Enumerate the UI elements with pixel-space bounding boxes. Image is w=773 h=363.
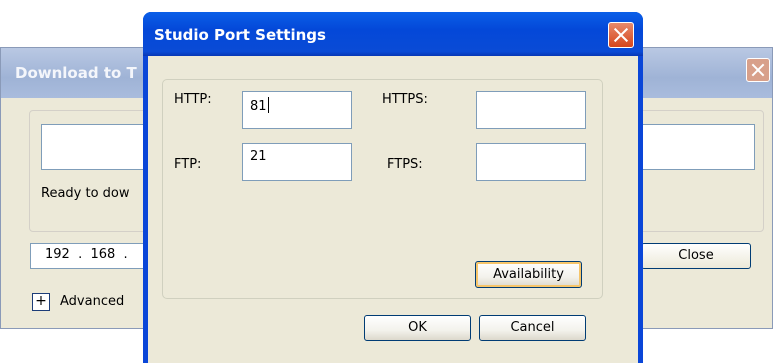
dialog-title: Studio Port Settings: [154, 26, 326, 44]
http-port-field[interactable]: 81: [242, 91, 352, 129]
download-status-text: Ready to dow: [41, 186, 130, 201]
download-close-button[interactable]: Close: [641, 243, 751, 269]
ok-button[interactable]: OK: [364, 315, 471, 341]
ftps-label: FTPS:: [387, 157, 423, 172]
dialog-close-icon[interactable]: [608, 22, 634, 48]
studio-port-settings-dialog: Studio Port Settings HTTP: 81 HTTPS: FTP…: [143, 12, 643, 363]
cancel-button[interactable]: Cancel: [479, 315, 586, 341]
https-label: HTTPS:: [382, 92, 428, 107]
text-caret: [267, 97, 269, 113]
dialog-titlebar[interactable]: Studio Port Settings: [143, 12, 643, 56]
expand-plus-icon[interactable]: +: [32, 293, 50, 311]
download-window-close-icon[interactable]: [746, 58, 770, 82]
availability-button[interactable]: Availability: [475, 261, 582, 288]
http-port-value: 81: [250, 99, 267, 114]
https-port-field[interactable]: [476, 91, 586, 129]
ftp-port-field[interactable]: 21: [242, 143, 352, 181]
download-window-title: Download to T: [15, 64, 137, 82]
ftp-label: FTP:: [174, 157, 202, 172]
http-label: HTTP:: [174, 92, 212, 107]
ftps-port-field[interactable]: [476, 143, 586, 181]
advanced-label: Advanced: [60, 294, 125, 309]
dialog-body: HTTP: 81 HTTPS: FTP: 21 FTPS: Availabili…: [148, 56, 638, 363]
